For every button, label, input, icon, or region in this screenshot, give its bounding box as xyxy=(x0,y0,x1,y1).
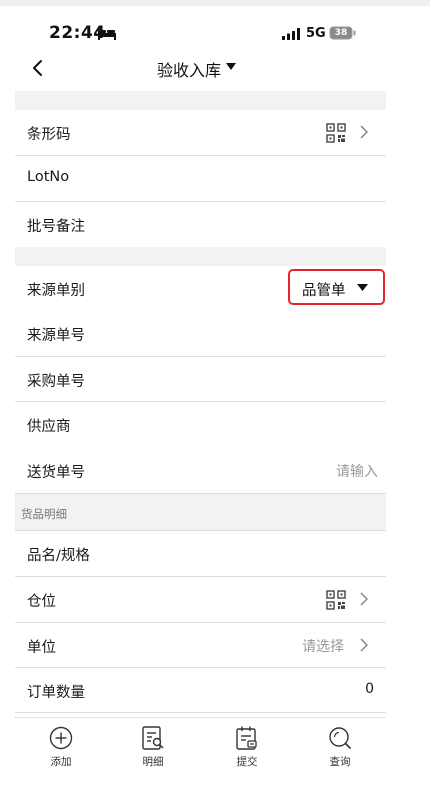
source-type-value: 品管单 xyxy=(302,282,346,299)
submit-calendar-icon xyxy=(236,726,257,750)
location-label: 仓位 xyxy=(27,593,56,610)
search-icon xyxy=(329,727,352,750)
delivery-number-row[interactable]: 送货单号 请输入 xyxy=(15,447,386,493)
source-type-label: 来源单别 xyxy=(27,282,85,299)
page-title[interactable]: 验收入库 xyxy=(157,57,221,81)
chevron-right-icon[interactable] xyxy=(359,125,368,139)
nav-bar: 验收入库 xyxy=(0,48,430,88)
batch-note-label: 批号备注 xyxy=(27,219,85,235)
supplier-row[interactable]: 供应商 xyxy=(15,402,386,448)
status-bar: 22:44 5G 38 xyxy=(0,6,430,48)
purchase-number-label: 采购单号 xyxy=(27,373,85,390)
source-number-row[interactable]: 来源单号 xyxy=(15,311,386,357)
delivery-number-input[interactable]: 请输入 xyxy=(336,461,378,481)
product-spec-label: 品名/规格 xyxy=(27,548,90,564)
add-button[interactable]: 添加 xyxy=(31,725,91,775)
submit-button[interactable]: 提交 xyxy=(217,725,277,775)
location-row[interactable]: 仓位 xyxy=(15,576,386,622)
chevron-right-icon[interactable] xyxy=(359,591,368,606)
details-section-header: 货品明细 xyxy=(15,493,386,531)
bottom-toolbar: 添加 明细 提交 查询 xyxy=(15,717,386,790)
network-type: 5G xyxy=(306,26,326,41)
source-type-select[interactable]: 品管单 xyxy=(288,268,385,305)
detail-list-icon xyxy=(142,726,164,750)
lotno-label: LotNo xyxy=(27,168,70,185)
unit-select[interactable]: 请选择 xyxy=(302,636,344,656)
purchase-number-row[interactable]: 采购单号 xyxy=(15,356,386,402)
add-circle-icon xyxy=(49,726,73,750)
qr-scan-icon[interactable] xyxy=(326,589,346,610)
query-label: 查询 xyxy=(329,756,351,768)
batch-note-row[interactable]: 批号备注 xyxy=(15,201,386,247)
details-button[interactable]: 明细 xyxy=(123,725,183,775)
bed-icon xyxy=(98,29,116,40)
form-content: 条形码 LotNo 批号备注 来源单别 品管单 来源单号 采购单号 供应商 送货… xyxy=(15,91,386,713)
details-label: 明细 xyxy=(142,756,164,768)
back-icon[interactable] xyxy=(30,58,46,78)
source-number-label: 来源单号 xyxy=(27,328,85,344)
supplier-label: 供应商 xyxy=(27,419,71,435)
submit-label: 提交 xyxy=(236,756,258,768)
order-qty-value[interactable]: 0 xyxy=(365,681,374,697)
qr-scan-icon[interactable] xyxy=(326,123,346,143)
add-label: 添加 xyxy=(50,756,72,768)
delivery-number-label: 送货单号 xyxy=(27,464,85,481)
section-gap xyxy=(15,91,386,110)
order-qty-label: 订单数量 xyxy=(27,684,85,701)
barcode-row[interactable]: 条形码 xyxy=(15,110,386,156)
unit-row[interactable]: 单位 请选择 xyxy=(15,622,386,668)
product-spec-row[interactable]: 品名/规格 xyxy=(15,531,386,577)
barcode-label: 条形码 xyxy=(27,127,71,143)
details-section-title: 货品明细 xyxy=(21,507,67,521)
query-button[interactable]: 查询 xyxy=(310,725,370,775)
caret-down-icon xyxy=(357,283,368,291)
unit-label: 单位 xyxy=(27,640,56,656)
order-qty-row[interactable]: 订单数量 0 xyxy=(15,667,386,713)
signal-icon xyxy=(282,28,300,40)
lotno-row[interactable]: LotNo xyxy=(15,155,386,201)
battery-level: 38 xyxy=(334,28,348,38)
source-type-row[interactable]: 来源单别 品管单 xyxy=(15,265,386,311)
caret-down-icon[interactable] xyxy=(226,63,236,71)
section-gap xyxy=(15,246,386,266)
chevron-right-icon[interactable] xyxy=(359,638,368,652)
